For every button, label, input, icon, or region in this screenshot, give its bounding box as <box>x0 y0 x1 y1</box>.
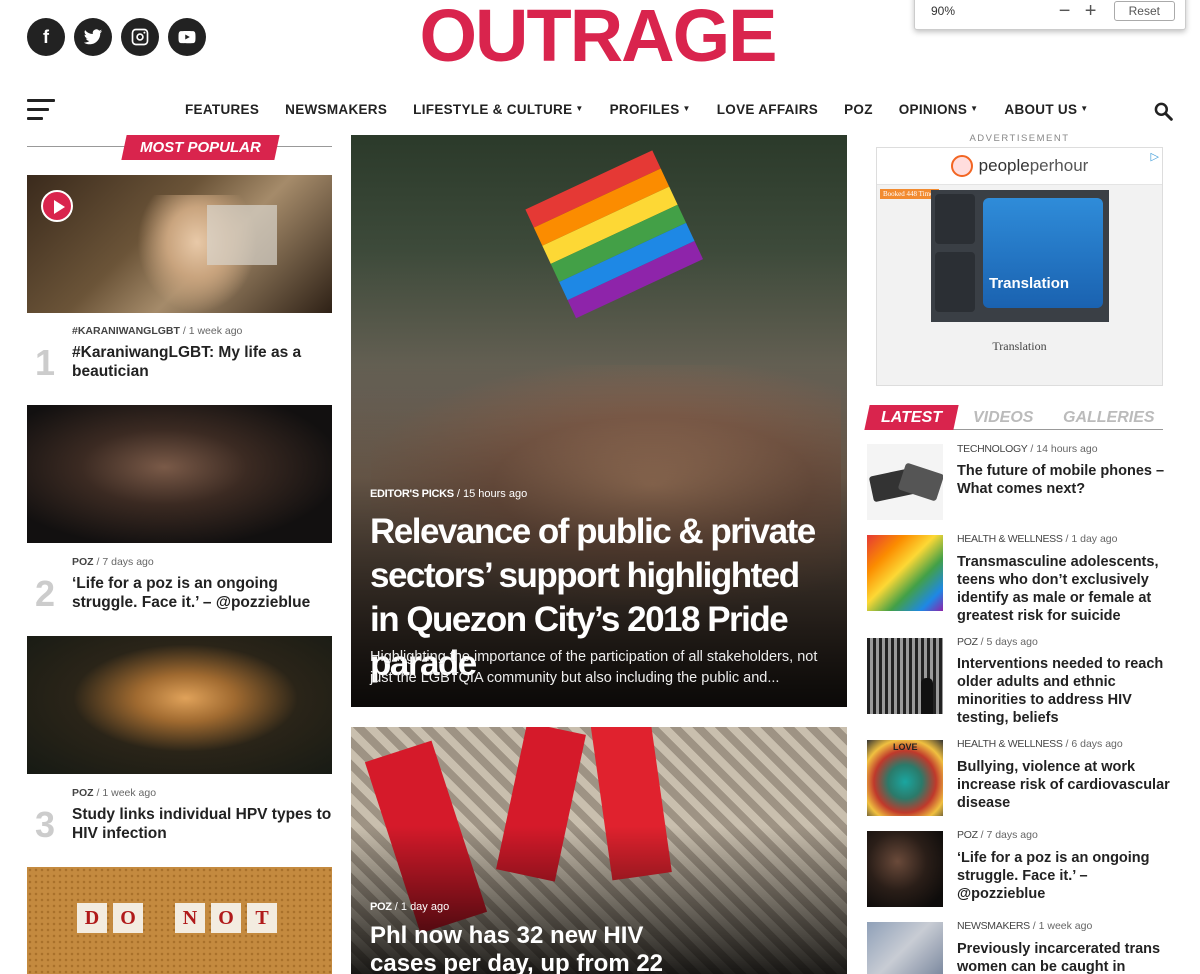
featured-story-secondary[interactable]: POZ / 1 day ago Phl now has 32 new HIV c… <box>351 727 847 974</box>
instagram-icon[interactable] <box>121 18 159 56</box>
tile-letter: O <box>113 903 143 933</box>
latest-image-5[interactable] <box>867 831 943 907</box>
ad-brand-bar: peopleperhour <box>877 148 1162 185</box>
latest-meta-3: POZ / 5 days ago <box>957 636 1038 648</box>
featured-excerpt: Highlighting the importance of the parti… <box>370 649 818 686</box>
site-logo[interactable]: OUTRAGE <box>410 0 785 73</box>
tab-galleries[interactable]: GALLERIES <box>1063 405 1155 430</box>
main-nav: FEATURES NEWSMAKERS LIFESTYLE & CULTURE ▼… <box>0 92 1200 128</box>
twitter-icon[interactable] <box>74 18 112 56</box>
popular-meta-2: POZ / 7 days ago <box>72 556 154 568</box>
zoom-level: 90% <box>931 4 956 18</box>
latest-image-1[interactable] <box>867 444 943 520</box>
featured-story-main[interactable]: EDITOR'S PICKS / 15 hours ago Relevance … <box>351 135 847 707</box>
secondary-meta: POZ / 1 day ago <box>370 901 450 913</box>
latest-image-3[interactable] <box>867 638 943 714</box>
nav-item-opinions[interactable]: OPINIONS ▼ <box>899 102 979 117</box>
ad-caption: Translation <box>992 339 1047 353</box>
most-popular-heading: MOST POPULAR <box>27 135 332 160</box>
zoom-reset-button[interactable]: Reset <box>1113 1 1175 21</box>
latest-image-6[interactable] <box>867 922 943 974</box>
latest-meta-1: TECHNOLOGY / 14 hours ago <box>957 443 1098 455</box>
zoom-out-button[interactable]: − <box>1052 1 1078 21</box>
nav-item-lifestyle-culture[interactable]: LIFESTYLE & CULTURE ▼ <box>413 102 583 117</box>
caret-down-icon: ▼ <box>1080 104 1089 113</box>
search-icon[interactable] <box>1153 101 1173 121</box>
secondary-title[interactable]: Phl now has 32 new HIV cases per day, up… <box>370 922 710 974</box>
latest-tabs: LATEST VIDEOS GALLERIES <box>864 405 1163 430</box>
zoom-popup: 90% − + Reset <box>914 0 1186 30</box>
most-popular-label: MOST POPULAR <box>140 139 261 156</box>
popular-title-1[interactable]: #KaraniwangLGBT: My life as a beautician <box>72 343 334 381</box>
zoom-in-button[interactable]: + <box>1078 1 1104 21</box>
smile-logo-icon <box>950 155 973 177</box>
tile-letter: O <box>211 903 241 933</box>
caret-down-icon: ▼ <box>575 104 584 113</box>
tile-letter: N <box>175 903 205 933</box>
latest-title-6[interactable]: Previously incarcerated trans women can … <box>957 940 1179 974</box>
latest-image-4[interactable]: LOVE <box>867 740 943 816</box>
social-links: f <box>27 18 206 56</box>
nav-item-about-us[interactable]: ABOUT US ▼ <box>1004 102 1088 117</box>
caret-down-icon: ▼ <box>682 104 691 113</box>
popular-image-2[interactable] <box>27 405 332 543</box>
latest-title-1[interactable]: The future of mobile phones – What comes… <box>957 462 1179 498</box>
tab-videos[interactable]: VIDEOS <box>973 405 1033 430</box>
ad-choices-icon[interactable]: ▷ <box>1151 150 1159 163</box>
play-icon[interactable] <box>41 190 73 222</box>
popular-meta-3: POZ / 1 week ago <box>72 787 157 799</box>
latest-meta-6: NEWSMAKERS / 1 week ago <box>957 920 1093 932</box>
nav-item-love-affairs[interactable]: LOVE AFFAIRS <box>717 102 818 117</box>
latest-meta-2: HEALTH & WELLNESS / 1 day ago <box>957 533 1118 545</box>
nav-item-newsmakers[interactable]: NEWSMAKERS <box>285 102 387 117</box>
popular-image-3[interactable] <box>27 636 332 774</box>
featured-meta: EDITOR'S PICKS / 15 hours ago <box>370 488 528 500</box>
popular-rank-1: 1 <box>35 342 56 383</box>
tile-letter: T <box>247 903 277 933</box>
latest-title-5[interactable]: ‘Life for a poz is an ongoing struggle. … <box>957 849 1179 903</box>
advertisement[interactable]: peopleperhour ▷ Booked 448 Times Transla… <box>876 147 1163 386</box>
latest-image-text: LOVE <box>893 742 918 752</box>
tile-letter: D <box>77 903 107 933</box>
nav-item-profiles[interactable]: PROFILES ▼ <box>610 102 691 117</box>
latest-title-3[interactable]: Interventions needed to reach older adul… <box>957 655 1179 727</box>
latest-title-2[interactable]: Transmasculine adolescents, teens who do… <box>957 553 1179 625</box>
ad-brand-right: perhour <box>1029 156 1089 175</box>
youtube-icon[interactable] <box>168 18 206 56</box>
ad-label: ADVERTISEMENT <box>969 133 1070 144</box>
nav-item-poz[interactable]: POZ <box>844 102 873 117</box>
popular-meta-1: #KARANIWANGLGBT / 1 week ago <box>72 325 243 337</box>
latest-meta-5: POZ / 7 days ago <box>957 829 1038 841</box>
hamburger-menu-icon[interactable] <box>27 99 55 121</box>
caret-down-icon: ▼ <box>970 104 979 113</box>
popular-title-3[interactable]: Study links individual HPV types to HIV … <box>72 805 334 843</box>
latest-title-4[interactable]: Bullying, violence at work increase risk… <box>957 758 1179 812</box>
nav-item-features[interactable]: FEATURES <box>185 102 259 117</box>
tab-latest[interactable]: LATEST <box>864 405 959 430</box>
pride-flag-image <box>525 150 703 319</box>
facebook-glyph: f <box>43 26 49 47</box>
popular-rank-3: 3 <box>35 804 56 845</box>
ad-brand-left: people <box>978 156 1030 175</box>
ad-key-text: Translation <box>989 275 1070 292</box>
latest-meta-4: HEALTH & WELLNESS / 6 days ago <box>957 738 1123 750</box>
popular-image-1[interactable] <box>27 175 332 313</box>
latest-image-2[interactable] <box>867 535 943 611</box>
popular-image-4[interactable]: D O N O T <box>27 867 332 974</box>
facebook-icon[interactable]: f <box>27 18 65 56</box>
popular-title-2[interactable]: ‘Life for a poz is an ongoing struggle. … <box>72 574 334 612</box>
nav-menu: FEATURES NEWSMAKERS LIFESTYLE & CULTURE ▼… <box>185 102 1089 117</box>
popular-rank-2: 2 <box>35 573 56 614</box>
keyboard-image: Translation <box>931 190 1109 322</box>
